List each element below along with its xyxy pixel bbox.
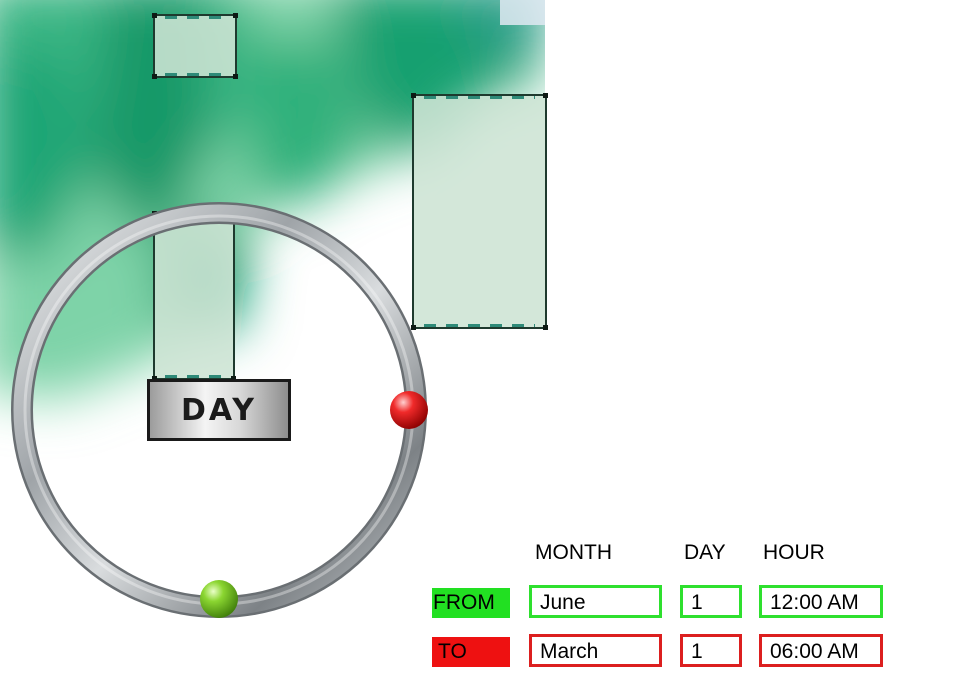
block-corner [152,74,157,79]
to-label: TO [432,637,510,667]
month-column-header: MONTH [535,541,612,564]
end-time-handle[interactable] [390,391,428,429]
building-block-small [152,13,238,79]
start-time-handle[interactable] [200,580,238,618]
from-label: FROM [432,588,510,618]
day-column-header: DAY [684,541,726,564]
to-hour-field[interactable]: 06:00 AM [759,634,883,667]
from-month-field[interactable]: June [529,585,662,618]
from-day-field[interactable]: 1 [680,585,742,618]
to-month-field[interactable]: March [529,634,662,667]
from-hour-field[interactable]: 12:00 AM [759,585,883,618]
heatmap-light-patch [500,0,545,25]
block-corner [543,93,548,98]
block-corner [543,325,548,330]
hour-column-header: HOUR [763,541,825,564]
to-day-field[interactable]: 1 [680,634,742,667]
block-corner [233,74,238,79]
map-blank-area [545,0,965,683]
block-corner [152,13,157,18]
block-corner [411,93,416,98]
dial-mode-label[interactable]: DAY [147,379,291,441]
block-corner [233,13,238,18]
